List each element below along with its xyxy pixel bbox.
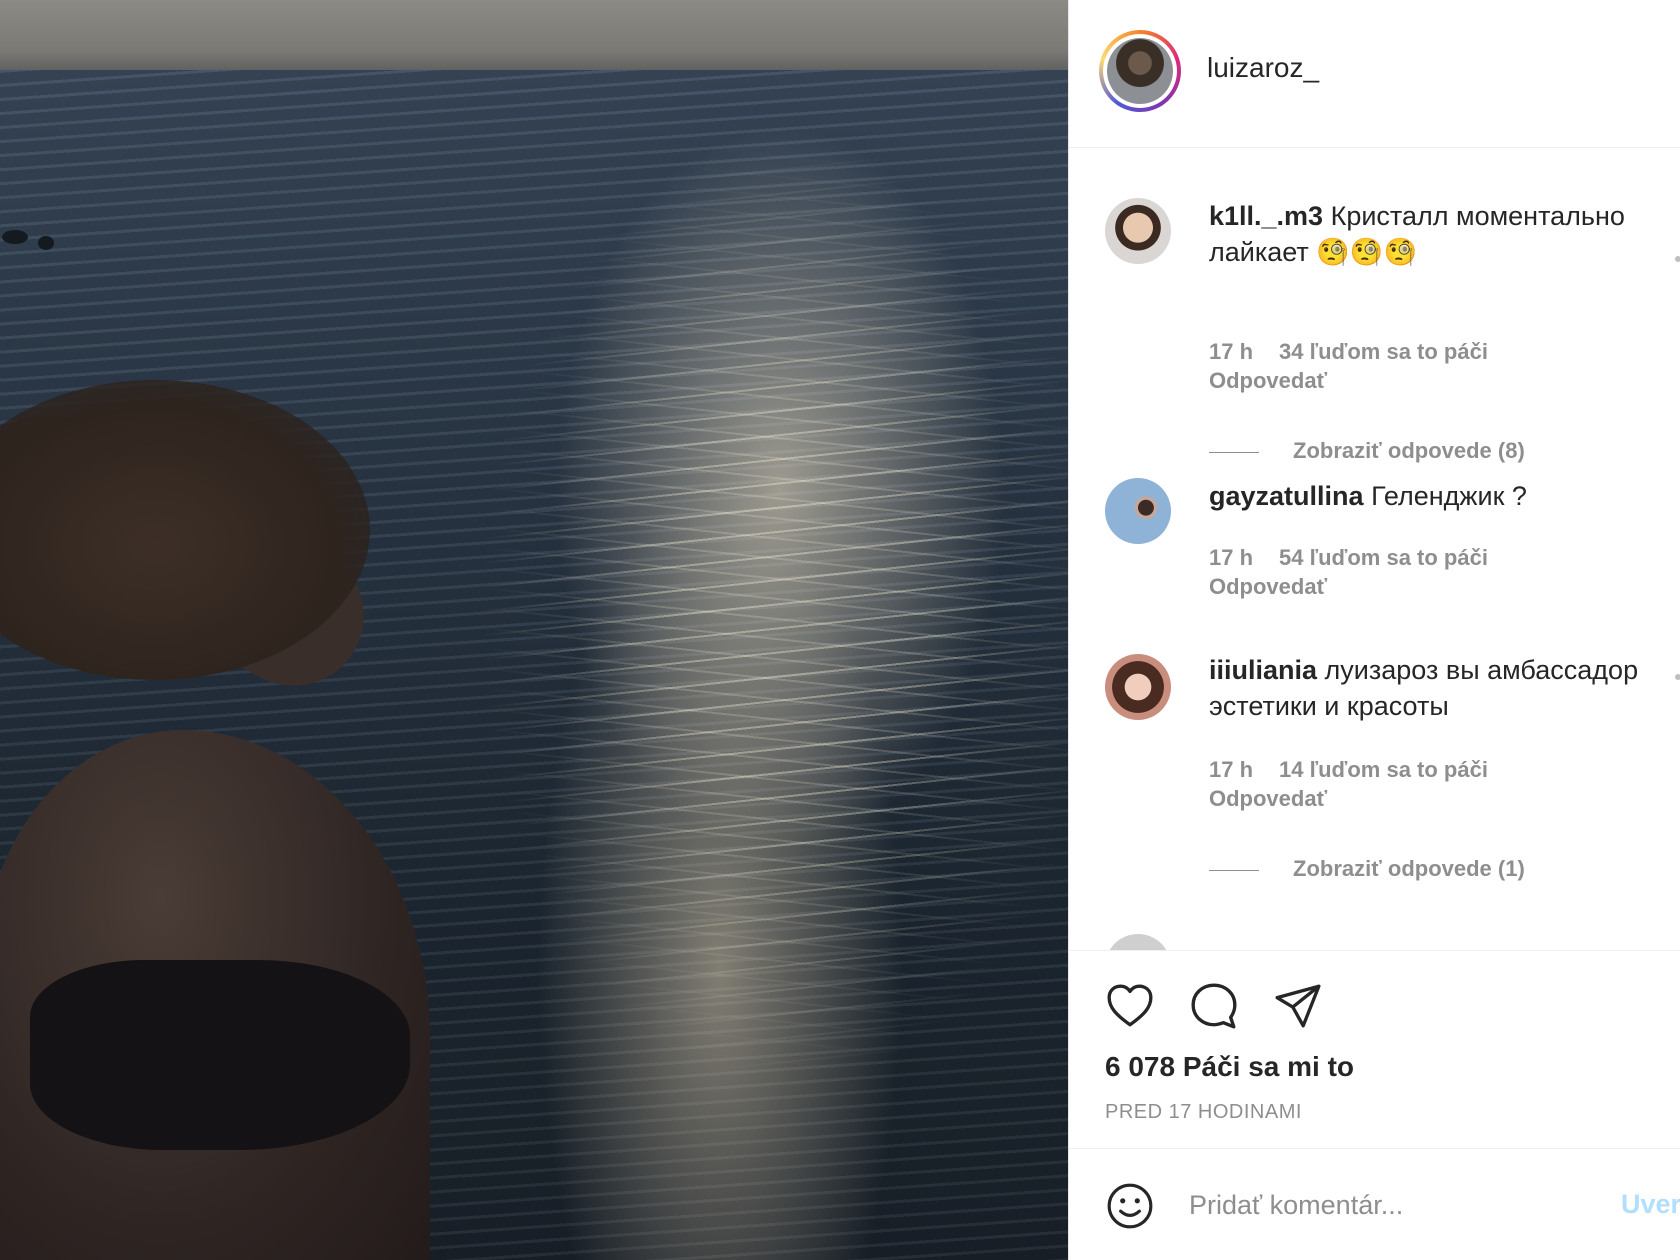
comment-time[interactable]: 17 h (1209, 339, 1253, 364)
view-replies-label: Zobraziť odpovede (1) (1293, 856, 1525, 881)
replies-divider (1209, 451, 1259, 453)
comment-likes[interactable]: 14 ľuďom sa to páči (1279, 757, 1488, 782)
comment-time[interactable]: 17 h (1209, 757, 1253, 782)
post-side-panel: luizaroz_ k1ll._.m3 Кристалл моментально… (1068, 0, 1680, 1260)
author-username[interactable]: luizaroz_ (1207, 52, 1319, 84)
view-replies-label: Zobraziť odpovede (8) (1293, 438, 1525, 463)
comment-bubble-icon[interactable] (1189, 981, 1239, 1031)
view-replies-button[interactable]: Zobraziť odpovede (1) (1209, 856, 1525, 882)
author-avatar[interactable] (1099, 30, 1181, 112)
commenter-username[interactable]: k1ll._.m3 (1209, 201, 1323, 231)
comment-likes[interactable]: 54 ľuďom sa to páči (1279, 545, 1488, 570)
commenter-username[interactable]: gayzatullina (1209, 481, 1364, 511)
comment-text: gayzatullina Геленджик ? (1209, 478, 1649, 514)
comment-meta: 17 h 14 ľuďom sa to páči (1209, 756, 1488, 784)
comment-input[interactable] (1187, 1179, 1591, 1231)
comment-meta: 17 h 34 ľuďom sa to páči (1209, 338, 1488, 366)
heart-icon[interactable] (1105, 981, 1155, 1031)
photo-person-swimwear (30, 960, 410, 1150)
comment-options-icon[interactable] (1675, 256, 1680, 262)
paper-plane-icon[interactable] (1273, 981, 1323, 1031)
photo-swimmer (2, 230, 28, 244)
photo-sky (0, 0, 1068, 72)
commenter-avatar[interactable] (1105, 934, 1171, 950)
post-photo[interactable] (0, 0, 1068, 1260)
reply-button[interactable]: Odpovedať (1209, 368, 1327, 394)
post-header: luizaroz_ (1069, 0, 1680, 148)
commenter-avatar[interactable] (1105, 478, 1171, 544)
likes-count[interactable]: 6 078 Páči sa mi to (1105, 1051, 1354, 1083)
commenter-avatar[interactable] (1105, 654, 1171, 720)
post-timestamp[interactable]: PRED 17 HODINAMI (1105, 1101, 1302, 1124)
photo-swimmer (38, 236, 54, 250)
post-comment-button[interactable]: Uver (1621, 1189, 1680, 1220)
comment-time[interactable]: 17 h (1209, 545, 1253, 570)
smiley-icon[interactable] (1105, 1181, 1155, 1231)
commenter-username[interactable]: iiiuliania (1209, 655, 1317, 685)
comments-list: k1ll._.m3 Кристалл моментально лайкает 🧐… (1069, 148, 1680, 950)
photo-sun-glints (380, 80, 1068, 1260)
comment-meta: 17 h 54 ľuďom sa to páči (1209, 544, 1488, 572)
comment-body: Геленджик ? (1371, 481, 1527, 511)
add-comment-bar: Uver (1069, 1148, 1680, 1260)
comment-options-icon[interactable] (1675, 674, 1680, 680)
commenter-avatar[interactable] (1105, 198, 1171, 264)
comment-text: k1ll._.m3 Кристалл моментально лайкает 🧐… (1209, 198, 1649, 270)
replies-divider (1209, 869, 1259, 871)
reply-button[interactable]: Odpovedať (1209, 574, 1327, 600)
view-replies-button[interactable]: Zobraziť odpovede (8) (1209, 438, 1525, 464)
reply-button[interactable]: Odpovedať (1209, 786, 1327, 812)
post-actions: 6 078 Páči sa mi to PRED 17 HODINAMI (1069, 950, 1680, 1148)
comment-text: iiiuliania луизароз вы амбассадор эстети… (1209, 652, 1649, 724)
comment-likes[interactable]: 34 ľuďom sa to páči (1279, 339, 1488, 364)
